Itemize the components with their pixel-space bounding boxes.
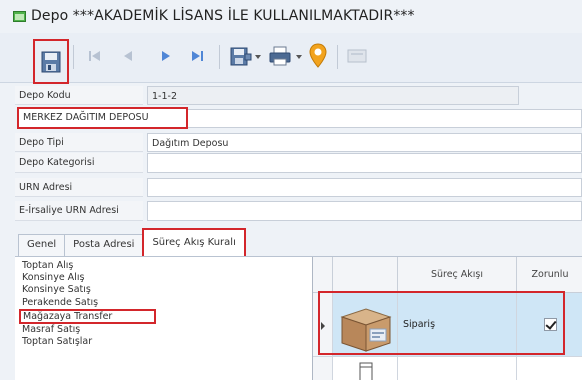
image-column-header [333,257,398,293]
depo-kodu-label: Depo Kodu [15,86,143,105]
process-list[interactable]: Toptan Alış Konsinye Alış Konsinye Satış… [19,260,309,380]
list-item[interactable]: Konsinye Satış [19,284,309,296]
list-item[interactable]: Konsinye Alış [19,272,309,284]
save-options-button[interactable] [228,43,264,69]
urn-adresi-label: URN Adresi [15,178,143,197]
depo-adi-field[interactable]: MERKEZ DAĞITIM DEPOSU [17,107,188,129]
depo-tipi-field[interactable]: Dağıtım Deposu [147,133,582,152]
list-item[interactable]: Toptan Alış [19,260,309,272]
location-pin-icon [309,43,327,68]
zorunlu-cell[interactable] [517,357,582,380]
row-indicator[interactable] [313,357,333,380]
first-record-button[interactable] [86,45,104,67]
urn-adresi-field[interactable] [147,178,582,197]
toolbar-separator [73,45,74,69]
depo-kategorisi-field[interactable] [147,153,582,173]
form-icon [13,10,26,22]
selected-row-highlight [318,291,565,355]
tab-strip: Genel Posta Adresi Süreç Akış Kuralı [18,228,246,256]
last-record-button[interactable] [187,45,209,67]
first-record-icon [89,51,100,61]
depo-kategorisi-label: Depo Kategorisi [15,153,143,173]
column-header-surec-akisi[interactable]: Süreç Akışı [398,257,517,293]
depo-adi-field-extension[interactable] [188,109,582,128]
window-title: Depo ***AKADEMİK LİSANS İLE KULLANILMAKT… [31,8,415,24]
print-icon [269,46,302,66]
tab-posta-adresi[interactable]: Posta Adresi [64,234,144,256]
tab-surec-akis-kurali[interactable]: Süreç Akış Kuralı [142,228,246,256]
list-item[interactable]: Perakende Satış [19,297,309,309]
depo-kodu-field[interactable]: 1-1-2 [147,86,519,105]
last-record-icon [192,51,203,61]
title-bar: Depo ***AKADEMİK LİSANS İLE KULLANILMAKT… [0,0,582,32]
row-indicator-header [313,257,333,293]
list-item[interactable]: Toptan Satışlar [19,336,309,348]
list-item-selected[interactable]: Mağazaya Transfer [19,308,156,324]
table-row-label-cell[interactable] [398,357,517,380]
e-irsaliye-urn-field[interactable] [147,201,582,221]
column-header-zorunlu[interactable]: Zorunlu [517,257,582,293]
blank-button[interactable] [345,45,369,67]
toolbar-separator [219,45,220,69]
toolbar-separator [337,45,338,69]
previous-record-icon [124,51,132,61]
list-item[interactable]: Masraf Satış [19,324,309,336]
blank-button-icon [347,49,367,63]
save-button[interactable] [33,39,69,84]
previous-record-button[interactable] [119,45,137,67]
toolbar [0,33,582,84]
table-row-image-cell[interactable] [333,357,398,380]
next-record-button[interactable] [157,45,175,67]
depo-tipi-label: Depo Tipi [15,133,143,152]
save-icon [41,51,61,72]
save-options-icon [230,47,261,66]
next-record-icon [162,51,170,61]
e-irsaliye-label: E-İrsaliye URN Adresi [15,201,143,221]
tab-genel[interactable]: Genel [18,234,66,256]
document-icon [359,362,373,380]
print-button[interactable] [267,43,305,69]
location-button[interactable] [306,42,330,70]
